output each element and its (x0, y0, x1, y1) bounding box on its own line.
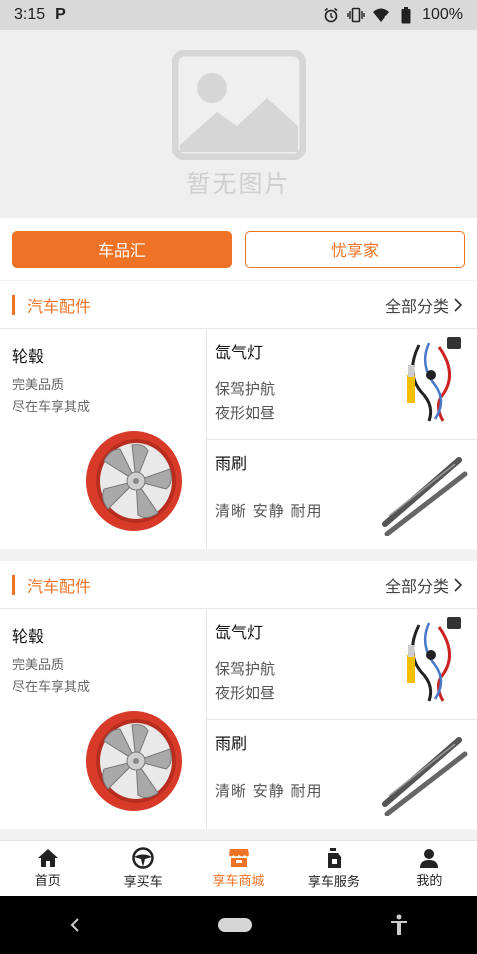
nav-home[interactable]: 首页 (0, 841, 95, 896)
all-categories-link[interactable]: 全部分类 (385, 573, 463, 597)
product-title: 轮毂 (12, 347, 45, 366)
banner[interactable]: 暂无图片 (0, 30, 477, 218)
store-icon (228, 849, 249, 867)
status-bar: 3:15 P 100% (0, 0, 477, 30)
battery-level: 100% (422, 6, 463, 23)
product-column: 氙气灯 保驾护航 夜形如昼 雨刷 清晰 安静 耐用 (207, 329, 477, 549)
nav-service-label: 享车服务 (307, 875, 360, 890)
alarm-icon (322, 6, 340, 24)
wheel-rim-image (86, 431, 182, 531)
section-title: 汽车配件 (27, 296, 92, 316)
home-pill-button[interactable] (218, 918, 253, 932)
section-header: 汽车配件 全部分类 (0, 281, 477, 329)
battery-icon (397, 6, 415, 24)
all-categories-label: 全部分类 (384, 576, 449, 596)
product-card-wheel[interactable]: 轮毂 完美品质 尽在车享其成 (0, 329, 207, 549)
nav-mall-label: 享车商城 (212, 874, 265, 889)
nav-buy-car-label: 享买车 (123, 875, 163, 890)
oil-can-icon (327, 848, 341, 868)
xenon-lamp-image (407, 337, 461, 422)
nav-service[interactable]: 享车服务 (286, 841, 381, 896)
store-toggle: 车品汇 忧享家 (0, 218, 477, 280)
product-grid: 轮毂 完美品质 尽在车享其成 氙气灯 保驾护航 夜形如昼 雨刷 清晰 安静 耐用 (0, 609, 477, 829)
section-title: 汽车配件 (27, 576, 92, 596)
nav-profile-label: 我的 (416, 874, 443, 889)
product-grid: 轮毂 完美品质 尽在车享其成 氙气灯 保驾护航 夜形如昼 雨刷 清晰 安静 耐用 (0, 329, 477, 549)
all-categories-label: 全部分类 (384, 296, 449, 316)
product-card-wiper[interactable]: 雨刷 清晰 安静 耐用 (207, 718, 477, 830)
steering-wheel-icon (132, 847, 154, 869)
wiper-blade-image (382, 736, 468, 816)
parking-app-icon: P (55, 6, 66, 23)
category-section: 汽车配件 全部分类 轮毂 完美品质 尽在车享其成 氙气灯 保驾护航 夜形如昼 雨… (0, 561, 477, 829)
product-column: 氙气灯 保驾护航 夜形如昼 雨刷 清晰 安静 耐用 (207, 609, 477, 829)
section-accent-bar (12, 574, 15, 595)
product-card-xenon[interactable]: 氙气灯 保驾护航 夜形如昼 (207, 329, 477, 439)
person-icon (420, 849, 439, 868)
section-accent-bar (12, 294, 15, 315)
home-icon (37, 849, 58, 867)
wheel-rim-image (86, 711, 182, 811)
nav-home-label: 首页 (34, 874, 61, 889)
product-subtitle-2: 尽在车享其成 (12, 680, 91, 695)
image-placeholder-icon (171, 49, 306, 160)
nav-profile[interactable]: 我的 (382, 841, 477, 896)
tab-chepinhui[interactable]: 车品汇 (12, 230, 232, 268)
product-title: 轮毂 (12, 627, 45, 646)
vibrate-icon (347, 6, 365, 24)
product-card-wheel[interactable]: 轮毂 完美品质 尽在车享其成 (0, 609, 207, 829)
system-nav-bar (0, 896, 477, 954)
accessibility-icon[interactable] (390, 914, 408, 936)
section-header: 汽车配件 全部分类 (0, 561, 477, 609)
wiper-blade-image (382, 456, 468, 536)
xenon-lamp-image (407, 617, 461, 702)
wifi-icon (372, 6, 390, 24)
product-card-wiper[interactable]: 雨刷 清晰 安静 耐用 (207, 438, 477, 550)
bottom-nav: 首页 享买车 享车商城 享车服务 我的 (0, 840, 477, 896)
product-subtitle-1: 完美品质 (12, 658, 65, 673)
back-icon[interactable] (69, 917, 81, 933)
product-subtitle-2: 尽在车享其成 (12, 400, 91, 415)
nav-buy-car[interactable]: 享买车 (95, 841, 190, 896)
no-image-text: 暂无图片 (186, 169, 291, 198)
status-time: 3:15 (14, 6, 46, 23)
chevron-right-icon (454, 577, 463, 592)
nav-mall[interactable]: 享车商城 (191, 841, 286, 896)
chevron-right-icon (454, 297, 463, 312)
tab-youxiangjia[interactable]: 忧享家 (245, 230, 465, 268)
category-section: 汽车配件 全部分类 轮毂 完美品质 尽在车享其成 氙气灯 保驾护航 夜形如昼 雨… (0, 281, 477, 549)
product-card-xenon[interactable]: 氙气灯 保驾护航 夜形如昼 (207, 609, 477, 719)
status-icons: 100% (322, 6, 463, 24)
all-categories-link[interactable]: 全部分类 (385, 293, 463, 317)
product-subtitle-1: 完美品质 (12, 378, 65, 393)
